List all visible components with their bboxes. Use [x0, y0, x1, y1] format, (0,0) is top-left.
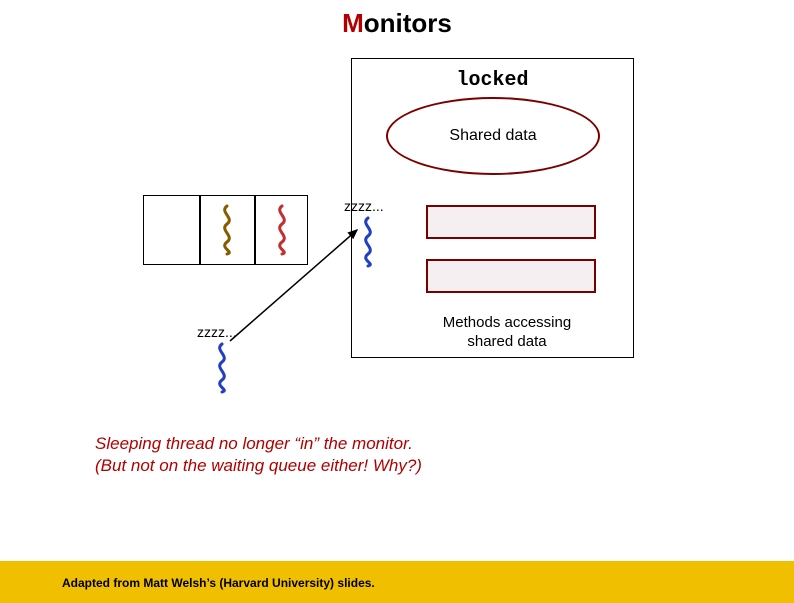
method-slot-2	[426, 259, 596, 293]
footer-attribution: Adapted from Matt Welsh’s (Harvard Unive…	[62, 576, 375, 590]
arrow-sleeping-thread	[225, 226, 370, 346]
sleep-label-1: zzzz...	[344, 198, 384, 214]
thread-squiggle-blue-2	[212, 342, 232, 394]
locked-label: locked	[352, 69, 633, 92]
slide-title: Monitors	[0, 8, 794, 39]
title-rest: onitors	[364, 8, 452, 38]
method-slot-1	[426, 205, 596, 239]
methods-caption: Methods accessing shared data	[407, 314, 607, 352]
explanation-line1: Sleeping thread no longer “in” the monit…	[95, 434, 413, 453]
methods-caption-line1: Methods accessing	[443, 314, 571, 331]
monitor-box: locked Shared data Methods accessing sha…	[351, 58, 634, 358]
methods-caption-line2: shared data	[467, 333, 546, 350]
title-prefix: M	[342, 8, 364, 38]
explanation-line2: (But not on the waiting queue either! Wh…	[95, 456, 422, 475]
shared-data-label: Shared data	[449, 127, 536, 145]
shared-data-ellipse: Shared data	[386, 97, 600, 175]
waiting-queue-divider-1	[199, 196, 201, 264]
explanation-text: Sleeping thread no longer “in” the monit…	[95, 433, 422, 477]
